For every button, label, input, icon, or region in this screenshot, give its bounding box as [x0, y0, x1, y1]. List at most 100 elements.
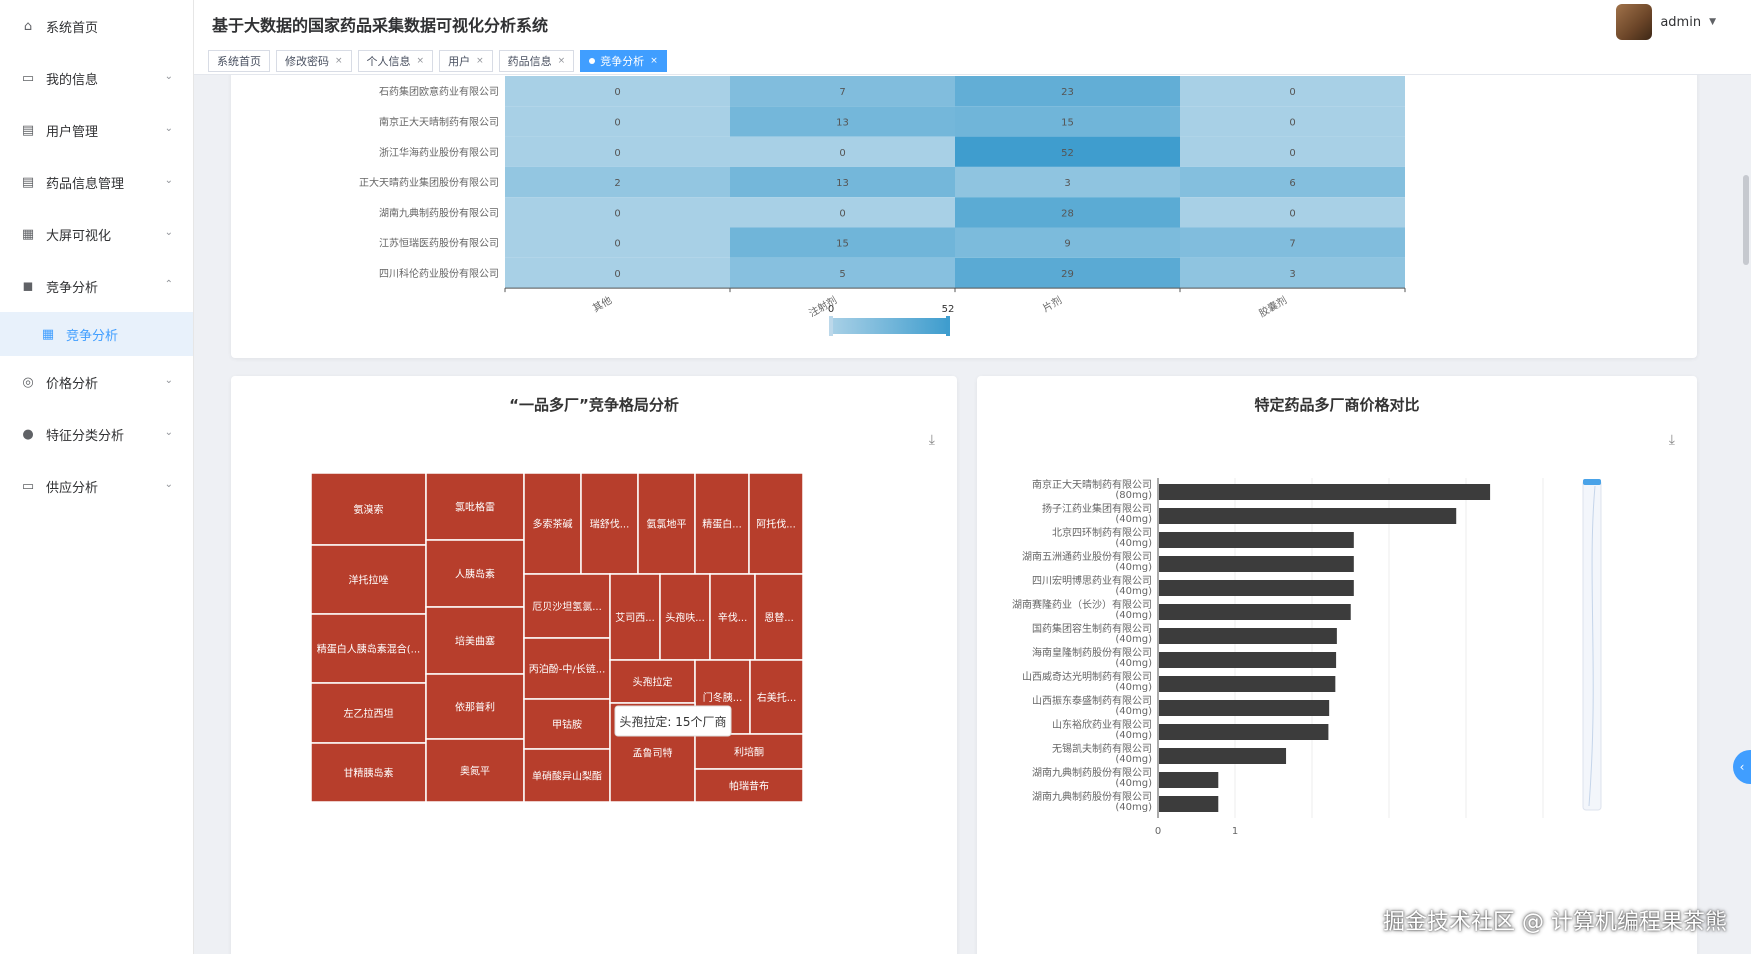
tab-3[interactable]: 用户 × [439, 50, 493, 72]
heatmap-cell-label: 0 [614, 239, 620, 250]
treemap-node-label: 阿托伐... [756, 518, 796, 531]
treemap-node-label: 洋托拉唑 [349, 574, 389, 587]
treemap-node-label: 艾司西... [615, 612, 655, 624]
heatmap-cell-label: 0 [614, 117, 620, 128]
treemap-node-label: 多索茶碱 [533, 518, 573, 531]
treemap-node-label: 辛伐... [718, 611, 748, 624]
heatmap-card: 石药集团欧意药业有限公司 0 7 23 0 南京正大天晴制药有限公司 0 13 15 0 浙江华海药… [231, 75, 1697, 358]
heatmap-cell-label: 5 [839, 269, 845, 280]
heatmap-row-label: 湖南九典制药股份有限公司 [379, 206, 499, 219]
system-title: 基于大数据的国家药品采集数据可视化分析系统 [212, 16, 549, 35]
treemap-node-label: 依那普利 [455, 701, 495, 714]
treemap-node-label: 人胰岛素 [455, 568, 495, 581]
visualmap-handle [829, 316, 833, 336]
heatmap-x-tick-label: 胶囊剂 [1257, 293, 1289, 319]
sidebar-item-3[interactable]: ▤ 药品信息管理 ⌄ [0, 156, 193, 208]
scrollbar-thumb[interactable] [1743, 175, 1749, 265]
heatmap-cell-label: 0 [614, 148, 620, 159]
tab-label: 药品信息 [507, 55, 552, 68]
bar-category-spec: (40mg) [1115, 682, 1152, 693]
treemap-node-label: 氯吡格雷 [455, 501, 495, 514]
treemap-tooltip-text: 头孢拉定: 15个厂商 [619, 714, 726, 729]
clipboard-icon: ▤ [21, 174, 35, 190]
treemap-node-label: 头孢呋... [665, 612, 705, 624]
close-icon[interactable]: × [558, 56, 566, 66]
bar-category-spec: (40mg) [1115, 514, 1152, 525]
sidebar-item-7[interactable]: ◎ 价格分析 ⌄ [0, 356, 193, 408]
visualmap-max-label: 52 [942, 304, 955, 315]
sidebar: ⌂ 系统首页 ▭ 我的信息 ⌄ ▤ 用户管理 ⌄ ▤ 药品信息管理 ⌄ ▦ 大屏可视化 ⌄ ◼ 竞争分析 ⌃ ▦ 竞… [0, 0, 194, 954]
sidebar-item-5[interactable]: ◼ 竞争分析 ⌃ [0, 260, 193, 312]
close-icon[interactable]: × [650, 56, 658, 66]
chevron-up-icon: ⌃ [164, 279, 173, 290]
sidebar-item-label: 供应分析 [46, 480, 99, 496]
bar [1159, 748, 1287, 764]
sidebar-item-8[interactable]: ● 特征分类分析 ⌄ [0, 408, 193, 460]
treemap-node-label: 氨氯地平 [647, 518, 687, 531]
coin-icon: ◎ [22, 374, 34, 390]
tab-0[interactable]: 系统首页 [208, 50, 270, 72]
bar-category-spec: (40mg) [1115, 658, 1152, 669]
tab-5[interactable]: 竞争分析 × [580, 50, 667, 72]
tab-label: 个人信息 [366, 55, 411, 68]
close-icon[interactable]: × [335, 56, 343, 66]
sidebar-item-4[interactable]: ▦ 大屏可视化 ⌄ [0, 208, 193, 260]
heatmap-row-label: 正大天晴药业集团股份有限公司 [359, 176, 499, 189]
watermark: 掘金技术社区 @ 计算机编程果茶熊 [1383, 910, 1727, 935]
visualmap-bar [831, 318, 948, 334]
sidebar-item-label: 大屏可视化 [46, 228, 112, 244]
grid-icon: ▦ [21, 226, 35, 242]
bar-category-spec: (40mg) [1115, 538, 1152, 549]
treemap-node-label: 厄贝沙坦氢氯... [532, 600, 602, 613]
treemap-card: “一品多厂”竞争格局分析 ⤓ 氨溴索 洋托拉唑 精蛋白人胰岛素混合(... 左乙拉西坦… [231, 376, 957, 954]
page-scrollbar[interactable] [1743, 75, 1749, 954]
bar-category-spec: (80mg) [1115, 490, 1152, 501]
heatmap-row-label: 浙江华海药业股份有限公司 [379, 146, 499, 159]
treemap-node-label: 甘精胰岛素 [344, 767, 394, 780]
treemap-node-label: 奥氮平 [460, 765, 490, 778]
treemap-node-label: 帕瑞昔布 [729, 780, 769, 793]
sidebar-item-6[interactable]: ▦ 竞争分析 [0, 312, 193, 356]
heatmap-row-label: 江苏恒瑞医药股份有限公司 [379, 237, 499, 250]
tab-bar: 系统首页 修改密码 × 个人信息 × 用户 × 药品信息 × 竞争分析 × [208, 50, 667, 72]
avatar[interactable] [1616, 4, 1653, 40]
heatmap-cell-label: 52 [1061, 148, 1074, 159]
sidebar-item-2[interactable]: ▤ 用户管理 ⌄ [0, 104, 193, 156]
heatmap-cell-label: 29 [1061, 269, 1074, 280]
price-bar-card: 特定药品多厂商价格对比 ⤓ 南京正大天晴制药有限公司 (80mg) 扬子江药业集团有… [977, 376, 1697, 954]
user-menu[interactable]: admin ▼ [1616, 4, 1716, 40]
heatmap-cell-label: 0 [1289, 148, 1295, 159]
close-icon[interactable]: × [417, 56, 425, 66]
bar [1159, 532, 1354, 548]
bar-category-spec: (40mg) [1115, 562, 1152, 573]
heatmap-cell-label: 0 [614, 208, 620, 219]
treemap-node-label: 门冬胰... [703, 691, 743, 704]
heatmap-row-label: 南京正大天晴制药有限公司 [379, 115, 499, 128]
datazoom-handle [1583, 479, 1601, 485]
tab-2[interactable]: 个人信息 × [357, 50, 434, 72]
bar-x-tick-label: 0 [1155, 826, 1161, 837]
sidebar-item-label: 系统首页 [46, 20, 99, 36]
chevron-down-icon: ⌄ [164, 175, 173, 186]
bar [1159, 700, 1330, 716]
sidebar-item-0[interactable]: ⌂ 系统首页 [0, 0, 193, 52]
heatmap-cell-label: 0 [1289, 117, 1295, 128]
treemap-node-label: 恩替... [764, 611, 794, 624]
chevron-down-icon: ⌄ [164, 227, 173, 238]
price-bar-chart: 南京正大天晴制药有限公司(80mg)扬子江药业集团有限公司(40mg)北京四环制… [1012, 478, 1602, 837]
sidebar-item-label: 我的信息 [46, 72, 99, 88]
treemap-node-label: 左乙拉西坦 [344, 707, 394, 720]
caret-down-icon[interactable]: ▼ [1709, 17, 1716, 27]
sidebar-item-1[interactable]: ▭ 我的信息 ⌄ [0, 52, 193, 104]
sidebar-item-label: 竞争分析 [46, 280, 99, 296]
treemap-node-label: 精蛋白... [702, 518, 742, 531]
tab-1[interactable]: 修改密码 × [276, 50, 352, 72]
heatmap-cell-label: 7 [1289, 239, 1295, 250]
close-icon[interactable]: × [476, 56, 484, 66]
sidebar-item-9[interactable]: ▭ 供应分析 ⌄ [0, 460, 193, 512]
heatmap-cell-label: 0 [1289, 208, 1295, 219]
tab-4[interactable]: 药品信息 × [498, 50, 575, 72]
card-icon: ▭ [21, 478, 35, 494]
heatmap-cell-label: 3 [1064, 178, 1070, 189]
username[interactable]: admin [1660, 15, 1701, 30]
